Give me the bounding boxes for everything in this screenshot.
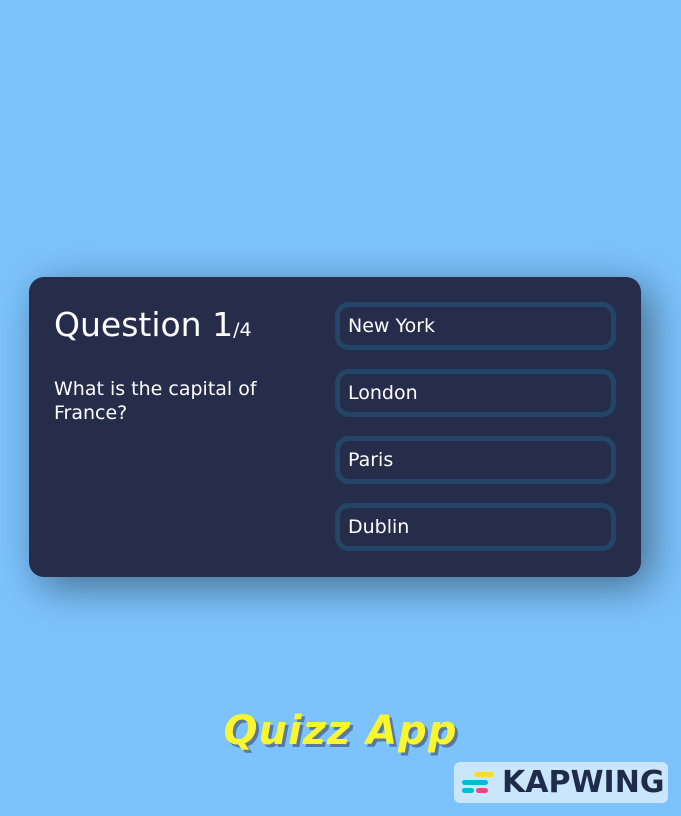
app-title: Quizz App [223, 708, 458, 754]
question-text: What is the capital of France? [54, 378, 257, 424]
answer-section: New York London Paris Dublin [335, 302, 616, 570]
logo-bar-bottom-right [476, 787, 488, 793]
answer-button-london[interactable]: London [335, 369, 616, 417]
question-total: /4 [233, 319, 252, 341]
question-count: Question 1/4 [54, 305, 314, 350]
question-section: Question 1/4 What is the capital of Fran… [54, 305, 314, 425]
answer-button-dublin[interactable]: Dublin [335, 503, 616, 551]
logo-bar-bottom-left [462, 787, 474, 793]
logo-bar-top [474, 771, 494, 777]
answer-button-paris[interactable]: Paris [335, 436, 616, 484]
quiz-card: Question 1/4 What is the capital of Fran… [29, 277, 641, 577]
kapwing-wordmark: KAPWING [502, 765, 665, 800]
kapwing-watermark: KAPWING [454, 762, 668, 803]
question-number: Question 1 [54, 305, 234, 344]
logo-bar-middle [462, 779, 488, 785]
answer-button-new-york[interactable]: New York [335, 302, 616, 350]
kapwing-logo-icon [462, 771, 496, 795]
